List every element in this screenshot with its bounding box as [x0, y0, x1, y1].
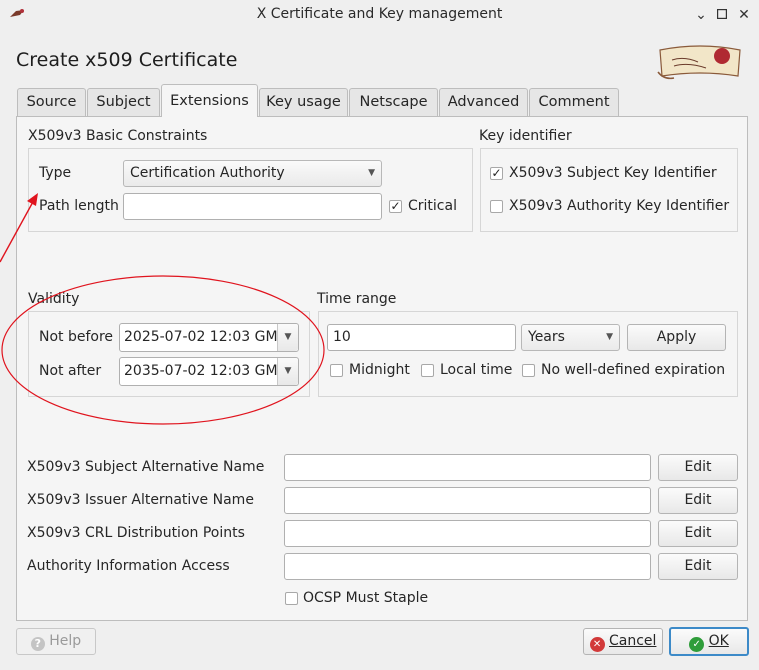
not-before-value: 2025-07-02 12:03 GMT	[124, 329, 287, 345]
basic-constraints-title: X509v3 Basic Constraints	[28, 128, 208, 144]
issuer-alt-name-label: X509v3 Issuer Alternative Name	[27, 492, 254, 508]
cancel-button[interactable]: ✕ Cancel	[583, 628, 663, 655]
help-label: Help	[49, 633, 82, 649]
no-expiration-label: No well-defined expiration	[541, 362, 726, 378]
validity-title: Validity	[28, 291, 80, 307]
not-before-datetime[interactable]: 2025-07-02 12:03 GMT ▼	[119, 323, 299, 352]
help-button[interactable]: ? Help	[16, 628, 96, 655]
ocsp-must-staple-checkbox[interactable]	[285, 592, 298, 605]
path-length-input[interactable]	[123, 193, 382, 220]
critical-label: Critical	[408, 198, 457, 214]
tab-key-usage[interactable]: Key usage	[259, 88, 348, 116]
tab-comment[interactable]: Comment	[529, 88, 619, 116]
dialog-title: Create x509 Certificate	[16, 49, 238, 71]
tab-netscape[interactable]: Netscape	[349, 88, 438, 116]
authority-info-access-edit-button[interactable]: Edit	[658, 553, 738, 580]
close-icon[interactable]: ✕	[736, 6, 752, 24]
cancel-label: Cancel	[609, 633, 657, 649]
ok-label: OK	[708, 633, 729, 649]
key-identifier-title: Key identifier	[479, 128, 572, 144]
crl-distribution-points-label: X509v3 CRL Distribution Points	[27, 525, 245, 541]
crl-distribution-points-edit-button[interactable]: Edit	[658, 520, 738, 547]
type-select-value: Certification Authority	[130, 165, 285, 181]
type-select[interactable]: Certification Authority ▼	[123, 160, 382, 187]
not-after-value: 2035-07-02 12:03 GMT	[124, 363, 287, 379]
not-after-label: Not after	[39, 363, 102, 379]
midnight-label: Midnight	[349, 362, 410, 378]
subject-alt-name-edit-button[interactable]: Edit	[658, 454, 738, 481]
title-bar: X Certificate and Key management ⌄ ✕	[0, 0, 759, 30]
subject-key-identifier-label: X509v3 Subject Key Identifier	[509, 165, 717, 181]
no-expiration-checkbox[interactable]	[522, 364, 535, 377]
authority-key-identifier-checkbox[interactable]	[490, 200, 503, 213]
ok-check-icon: ✓	[689, 637, 705, 652]
local-time-label: Local time	[440, 362, 513, 378]
ocsp-must-staple-label: OCSP Must Staple	[303, 590, 429, 606]
apply-button[interactable]: Apply	[627, 324, 726, 351]
cancel-icon: ✕	[589, 637, 605, 652]
time-range-unit-select[interactable]: Years ▼	[521, 324, 620, 351]
subject-key-identifier-checkbox[interactable]: ✓	[490, 167, 503, 180]
authority-key-identifier-label: X509v3 Authority Key Identifier	[509, 198, 730, 214]
chevron-down-icon: ▼	[368, 168, 375, 178]
chevron-down-icon[interactable]: ▼	[277, 324, 298, 351]
tab-extensions[interactable]: Extensions	[161, 84, 258, 117]
help-icon: ?	[30, 637, 45, 651]
crl-distribution-points-input[interactable]	[284, 520, 651, 547]
subject-alt-name-label: X509v3 Subject Alternative Name	[27, 459, 265, 475]
authority-info-access-label: Authority Information Access	[27, 558, 230, 574]
subject-alt-name-input[interactable]	[284, 454, 651, 481]
window-title: X Certificate and Key management	[256, 6, 503, 22]
tab-source[interactable]: Source	[17, 88, 86, 116]
time-range-title: Time range	[317, 291, 397, 307]
time-range-amount-input[interactable]: 10	[327, 324, 516, 351]
issuer-alt-name-input[interactable]	[284, 487, 651, 514]
maximize-icon[interactable]	[714, 6, 730, 24]
local-time-checkbox[interactable]	[421, 364, 434, 377]
critical-checkbox[interactable]: ✓	[389, 200, 402, 213]
time-range-unit-value: Years	[528, 329, 565, 345]
path-length-label: Path length	[39, 198, 119, 214]
chevron-down-icon[interactable]: ▼	[277, 358, 298, 385]
chevron-down-icon: ▼	[606, 332, 613, 342]
not-before-label: Not before	[39, 329, 114, 345]
issuer-alt-name-edit-button[interactable]: Edit	[658, 487, 738, 514]
tab-subject[interactable]: Subject	[87, 88, 160, 116]
tab-advanced[interactable]: Advanced	[439, 88, 528, 116]
authority-info-access-input[interactable]	[284, 553, 651, 580]
minimize-icon[interactable]: ⌄	[693, 6, 709, 24]
midnight-checkbox[interactable]	[330, 364, 343, 377]
type-label: Type	[39, 165, 72, 181]
ok-button[interactable]: ✓ OK	[669, 627, 749, 656]
logo-icon	[657, 45, 741, 80]
key-identifier-group	[480, 148, 738, 232]
not-after-datetime[interactable]: 2035-07-02 12:03 GMT ▼	[119, 357, 299, 386]
